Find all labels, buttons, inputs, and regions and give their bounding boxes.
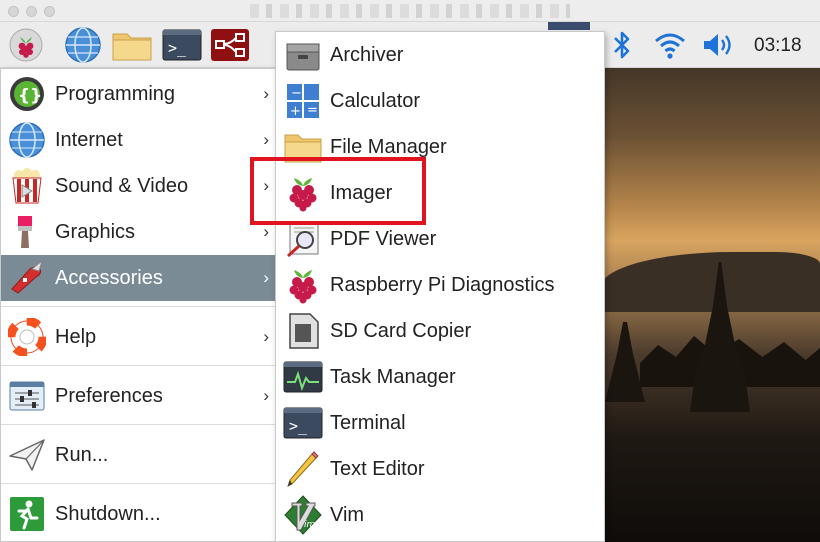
node-red-launcher[interactable] bbox=[208, 28, 252, 62]
submenu-arrow-icon: › bbox=[263, 222, 269, 241]
svg-text:>_: >_ bbox=[289, 417, 308, 435]
application-menu: {} Programming › Internet › Sound & Vide… bbox=[0, 68, 276, 542]
submenu-item-label: Archiver bbox=[330, 43, 404, 66]
submenu-item-label: Terminal bbox=[330, 411, 406, 434]
globe-icon bbox=[7, 120, 47, 160]
submenu-item-terminal[interactable]: >_ Terminal bbox=[276, 400, 604, 446]
submenu-item-archiver[interactable]: Archiver bbox=[276, 32, 604, 78]
minimize-window-button[interactable] bbox=[26, 6, 37, 17]
submenu-item-task-manager[interactable]: Task Manager bbox=[276, 354, 604, 400]
menu-item-label: Sound & Video bbox=[55, 174, 189, 197]
raspberry-icon bbox=[282, 264, 324, 306]
bluetooth-button[interactable] bbox=[608, 30, 636, 60]
popcorn-icon bbox=[7, 166, 47, 206]
submenu-arrow-icon: › bbox=[263, 327, 269, 346]
volume-icon bbox=[704, 34, 731, 56]
submenu-item-label: Vim bbox=[330, 503, 365, 526]
menu-item-label: Shutdown... bbox=[55, 502, 161, 525]
sliders-icon bbox=[7, 376, 47, 416]
bluetooth-icon bbox=[614, 31, 630, 59]
submenu-item-calculator[interactable]: − = + Calculator bbox=[276, 78, 604, 124]
maximize-window-button[interactable] bbox=[44, 6, 55, 17]
menu-item-internet[interactable]: Internet › bbox=[1, 117, 275, 163]
network-icon bbox=[211, 29, 249, 61]
archive-icon bbox=[282, 34, 324, 76]
submenu-arrow-icon: › bbox=[263, 268, 269, 287]
terminal-icon: >_ bbox=[282, 402, 324, 444]
paintbrush-icon bbox=[7, 212, 47, 252]
menu-item-run[interactable]: Run... bbox=[1, 430, 275, 480]
svg-text:−: − bbox=[291, 86, 302, 101]
submenu-item-label: SD Card Copier bbox=[330, 319, 472, 342]
window-title-obscured bbox=[250, 4, 570, 18]
menu-item-shutdown[interactable]: Shutdown... bbox=[1, 489, 275, 539]
imager-highlight-box bbox=[250, 157, 426, 225]
menu-item-label: Help bbox=[55, 325, 97, 348]
vim-icon: im bbox=[282, 494, 324, 536]
wifi-button[interactable] bbox=[652, 30, 688, 60]
submenu-item-raspberry-pi-diagnostics[interactable]: Raspberry Pi Diagnostics bbox=[276, 262, 604, 308]
menu-separator bbox=[1, 306, 275, 307]
svg-text:{}: {} bbox=[18, 86, 42, 106]
volume-button[interactable] bbox=[700, 30, 736, 60]
svg-text:im: im bbox=[304, 520, 316, 530]
menu-item-label: Run... bbox=[55, 443, 109, 466]
submenu-arrow-icon: › bbox=[263, 386, 269, 405]
menu-item-preferences[interactable]: Preferences › bbox=[1, 371, 275, 421]
menu-item-label: Graphics bbox=[55, 220, 136, 243]
pencil-icon bbox=[282, 448, 324, 490]
window-titlebar bbox=[0, 0, 820, 22]
submenu-item-label: Task Manager bbox=[330, 365, 456, 388]
panel-clock[interactable]: 03:18 bbox=[754, 35, 802, 57]
taskbar-window-edge[interactable] bbox=[548, 22, 590, 30]
submenu-arrow-icon: › bbox=[263, 130, 269, 149]
programming-icon: {} bbox=[7, 74, 47, 114]
terminal-icon: >_ bbox=[162, 29, 202, 61]
svg-text:=: = bbox=[307, 103, 318, 118]
menu-separator bbox=[1, 365, 275, 366]
submenu-item-vim[interactable]: im Vim bbox=[276, 492, 604, 538]
raspberry-menu-button[interactable] bbox=[6, 28, 46, 62]
menu-separator bbox=[1, 483, 275, 484]
lifebuoy-icon bbox=[7, 317, 47, 357]
menu-item-graphics[interactable]: Graphics › bbox=[1, 209, 275, 255]
menu-item-sound-video[interactable]: Sound & Video › bbox=[1, 163, 275, 209]
close-window-button[interactable] bbox=[8, 6, 19, 17]
menu-item-label: Programming bbox=[55, 82, 176, 105]
paper-plane-icon bbox=[7, 435, 47, 475]
submenu-item-text-editor[interactable]: Text Editor bbox=[276, 446, 604, 492]
wallpaper-hill bbox=[600, 252, 820, 312]
wifi-icon bbox=[655, 33, 685, 59]
browser-launcher[interactable] bbox=[62, 27, 104, 63]
menu-item-label: Internet bbox=[55, 128, 123, 151]
submenu-item-label: Calculator bbox=[330, 89, 421, 112]
submenu-item-label: Text Editor bbox=[330, 457, 425, 480]
svg-text:>_: >_ bbox=[168, 39, 187, 57]
wallpaper-small-pagoda bbox=[605, 322, 645, 402]
menu-item-programming[interactable]: {} Programming › bbox=[1, 71, 275, 117]
knife-icon bbox=[7, 258, 47, 298]
submenu-arrow-icon: › bbox=[263, 84, 269, 103]
calculator-icon: − = + bbox=[282, 80, 324, 122]
menu-item-label: Accessories bbox=[55, 266, 163, 289]
menu-item-label: Preferences bbox=[55, 384, 163, 407]
menu-item-help[interactable]: Help › bbox=[1, 312, 275, 362]
accessories-submenu: Archiver − = + Calculator File Manager Ima… bbox=[275, 31, 605, 542]
submenu-item-label: Raspberry Pi Diagnostics bbox=[330, 273, 555, 296]
globe-icon bbox=[65, 27, 101, 63]
task-manager-icon bbox=[282, 356, 324, 398]
folder-icon bbox=[112, 33, 152, 61]
menu-separator bbox=[1, 424, 275, 425]
submenu-item-label: File Manager bbox=[330, 135, 447, 158]
submenu-item-sd-card-copier[interactable]: SD Card Copier bbox=[276, 308, 604, 354]
raspberry-icon bbox=[9, 28, 43, 62]
menu-item-accessories[interactable]: Accessories › bbox=[1, 255, 275, 301]
svg-text:+: + bbox=[290, 104, 301, 119]
file-manager-launcher[interactable] bbox=[110, 28, 154, 62]
submenu-item-label: PDF Viewer bbox=[330, 227, 437, 250]
exit-icon bbox=[7, 494, 47, 534]
terminal-launcher[interactable]: >_ bbox=[160, 28, 204, 62]
sd-card-icon bbox=[282, 310, 324, 352]
